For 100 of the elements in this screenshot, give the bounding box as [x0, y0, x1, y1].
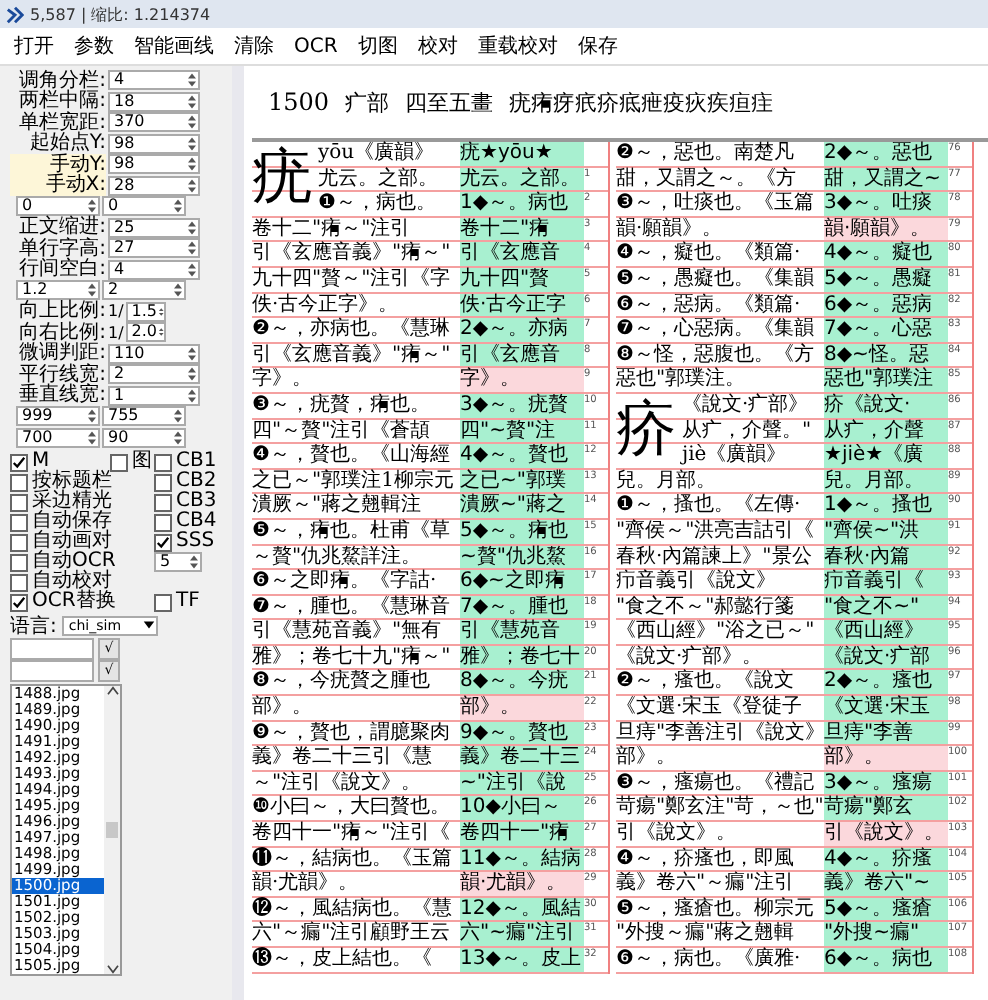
ocr-text-box[interactable]: 从疒，介聲 [824, 419, 948, 443]
spin-arrows-icon[interactable] [186, 177, 198, 194]
ocr-text-box[interactable]: 引《玄應音 [460, 343, 584, 367]
ocr-text-box[interactable]: 13◆～。皮上 [460, 948, 584, 972]
spin-arrows-icon[interactable] [188, 554, 200, 570]
ocr-text-box[interactable]: 4◆～。贅也 [460, 444, 584, 468]
ocr-text-box[interactable]: 2◆～。惡也 [824, 142, 948, 166]
ocr-text-box[interactable]: 2◆～。亦病 [460, 318, 584, 342]
ocr-text-box[interactable]: 11◆～。結病 [460, 847, 584, 871]
ocr-text-box[interactable]: 韻·尤韻》。 [460, 872, 584, 896]
menu-item[interactable]: 参数 [74, 32, 114, 60]
ocr-text-box[interactable]: 四"~贅"注 [460, 419, 584, 443]
number-field[interactable]: 90 [102, 427, 186, 448]
checkbox[interactable]: SSS [154, 532, 226, 552]
number-field[interactable]: 98 [108, 133, 200, 154]
ocr-text-box[interactable]: 8◆～。今疣 [460, 670, 584, 695]
scroll-up-icon[interactable] [105, 686, 119, 696]
ocr-text-box[interactable]: 字》。 [460, 368, 584, 392]
ocr-text-box[interactable]: 6◆～。病也 [824, 948, 948, 972]
number-field[interactable]: 755 [102, 406, 186, 427]
ocr-text-box[interactable]: 疥《說文· [824, 393, 948, 418]
number-field[interactable]: 1.5 [125, 301, 166, 322]
ocr-text-box[interactable]: 5◆～。愚癡 [824, 267, 948, 292]
checkbox[interactable]: CB2 [154, 472, 226, 492]
ocr-text-box[interactable]: 義》卷六"~ [824, 872, 948, 896]
ocr-text-box[interactable]: "食之不~" [824, 595, 948, 619]
ocr-text-box[interactable]: 6◆~之即痏 [460, 570, 584, 594]
ocr-text-box[interactable]: 佚·古今正字 [460, 293, 584, 317]
menu-item[interactable]: 校对 [417, 32, 458, 60]
ocr-text-box[interactable]: 12◆～。風結 [460, 897, 584, 921]
number-field[interactable]: 28 [108, 175, 200, 196]
number-field[interactable]: 4 [108, 259, 200, 280]
ocr-text-box[interactable]: 3◆～。吐痰 [824, 192, 948, 216]
number-field[interactable]: 1 [108, 385, 200, 406]
spin-arrows-icon[interactable] [186, 114, 198, 131]
checkbox[interactable]: CB3 [154, 492, 226, 512]
spin-arrows-icon[interactable] [172, 198, 184, 215]
text-field[interactable] [10, 660, 94, 682]
checkbox[interactable]: 采边精光 [10, 492, 110, 512]
number-field[interactable]: 4 [108, 70, 200, 91]
ocr-text-box[interactable]: 8◆~怪。惡 [824, 343, 948, 367]
ocr-text-box[interactable]: 引《說文》。 [824, 822, 948, 846]
ocr-text-box[interactable]: ~贅"仇兆鰲 [460, 545, 584, 569]
number-field[interactable]: 999 [16, 406, 100, 427]
ocr-text-box[interactable]: 3◆～。瘙瘍 [824, 771, 948, 795]
ocr-text-box[interactable]: ~"注引《說 [460, 771, 584, 795]
ocr-text-box[interactable]: 疖音義引《 [824, 570, 948, 594]
ocr-text-box[interactable]: 部》。 [460, 696, 584, 720]
scroll-down-icon[interactable] [105, 964, 119, 974]
spin-arrows-icon[interactable] [186, 240, 198, 257]
spin-arrows-icon[interactable] [186, 345, 198, 362]
spin-arrows-icon[interactable] [186, 72, 198, 89]
ocr-text-box[interactable]: 引《慧苑音 [460, 620, 584, 644]
spin-arrows-icon[interactable] [186, 387, 198, 404]
ocr-text-box[interactable]: 6◆～。惡病 [824, 293, 948, 317]
checkbox[interactable]: 自动校对 [10, 572, 110, 592]
checkbox[interactable]: 自动OCR [10, 552, 110, 572]
checkbox[interactable]: M [10, 452, 110, 472]
spin-arrows-icon[interactable] [186, 219, 198, 236]
ocr-text-box[interactable]: 10◆小曰～ [460, 796, 584, 821]
checkbox[interactable]: CB1 [154, 452, 226, 472]
ocr-text-box[interactable]: 旦痔"李善 [824, 721, 948, 745]
ocr-text-box[interactable]: 義》卷二十三 [460, 746, 584, 770]
ocr-text-box[interactable]: 尤云。之部。 [460, 167, 584, 191]
spin-arrows-icon[interactable] [172, 282, 184, 299]
menu-item[interactable]: OCR [294, 35, 338, 57]
spin-arrows-icon[interactable] [157, 303, 164, 320]
number-field[interactable]: 1.2 [16, 280, 100, 301]
ocr-text-box[interactable]: "齊侯~"洪 [824, 519, 948, 543]
ocr-text-box[interactable]: 惡也"郭璞注 [824, 368, 948, 392]
ocr-text-box[interactable]: 雅》；卷七十 [460, 645, 584, 669]
ocr-text-box[interactable]: ★jiè★《廣 [824, 444, 948, 468]
ocr-text-box[interactable]: 4◆～。疥瘙 [824, 847, 948, 871]
spin-arrows-icon[interactable] [86, 198, 98, 215]
menu-item[interactable]: 保存 [577, 32, 618, 60]
ocr-text-box[interactable]: 韻·願韻》。 [824, 217, 948, 241]
number-field[interactable]: 18 [108, 91, 200, 112]
ocr-text-box[interactable]: 潰厥~"蔣之 [460, 494, 584, 518]
checkbox[interactable]: OCR替换 [10, 592, 110, 612]
ocr-text-box[interactable]: 《西山經》 [824, 620, 948, 644]
number-field[interactable]: 0 [16, 196, 100, 217]
ocr-text-box[interactable]: 疣★yōu★ [460, 142, 584, 166]
ocr-text-box[interactable]: 2◆～。瘙也 [824, 670, 948, 695]
ocr-text-box[interactable]: 5◆～。痏也 [460, 519, 584, 543]
checkbox[interactable]: 自动保存 [10, 512, 110, 532]
number-field[interactable]: 2 [102, 280, 186, 301]
number-field[interactable]: 27 [108, 238, 200, 259]
text-field[interactable] [10, 638, 94, 660]
ocr-text-box[interactable]: 兒。月部。 [824, 469, 948, 493]
number-field[interactable]: 98 [108, 154, 200, 175]
scrollbar-thumb[interactable] [106, 822, 118, 838]
ocr-text-box[interactable]: 春秋·內篇 [824, 545, 948, 569]
number-field[interactable]: 25 [108, 217, 200, 238]
ocr-text-box[interactable]: 1◆～。病也 [460, 192, 584, 216]
ocr-text-box[interactable]: 3◆～。疣贅 [460, 393, 584, 418]
number-field[interactable]: 2 [108, 364, 200, 385]
ocr-text-box[interactable]: 甜，又謂之~ [824, 167, 948, 191]
menu-item[interactable]: 清除 [234, 32, 274, 60]
menu-item[interactable]: 智能画线 [134, 32, 214, 60]
ocr-text-box[interactable]: 1◆～。搔也 [824, 494, 948, 518]
